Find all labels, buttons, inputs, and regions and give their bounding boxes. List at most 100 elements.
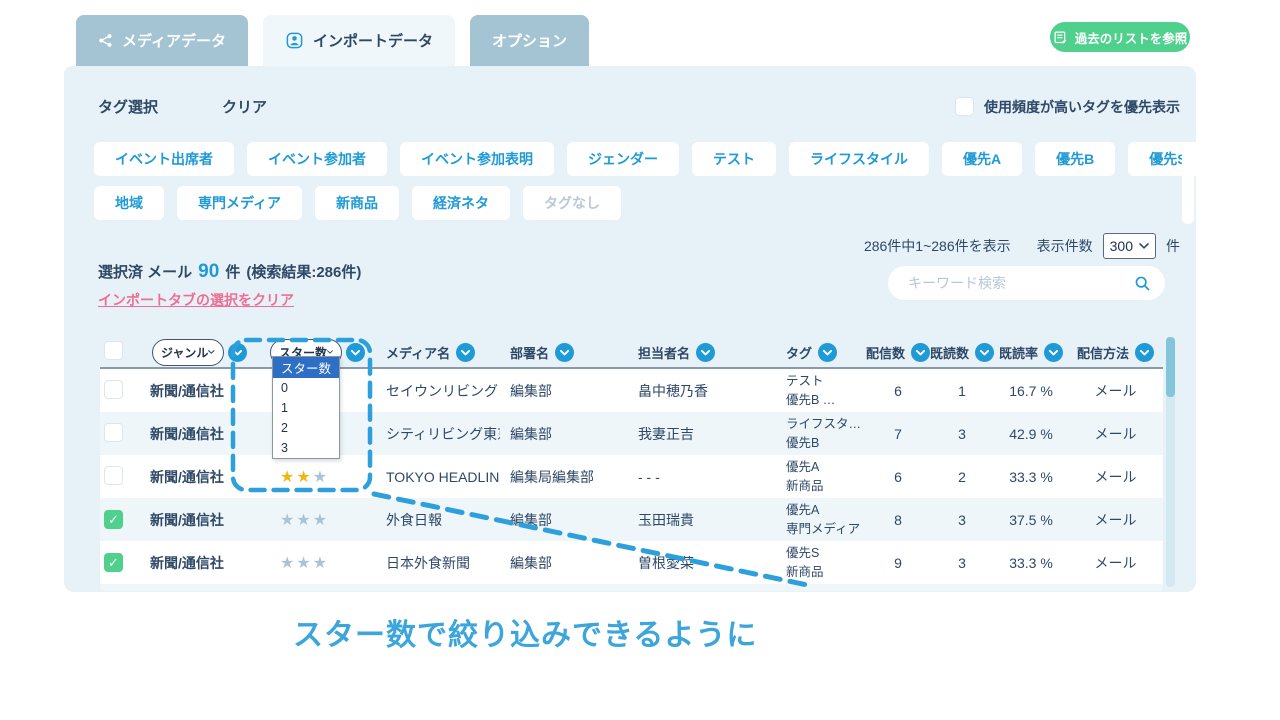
table-row[interactable]: 新聞/通信社 セイウンリビング… 編集部 畠中穂乃香 テスト優先B … 6 1 … <box>100 369 1163 412</box>
genre-filter-label: ジャンル <box>161 344 208 361</box>
tag-pill[interactable]: 経済ネタ <box>412 186 510 220</box>
star-icon: ★ <box>280 555 296 572</box>
person-cell: 玉田瑞貴 <box>628 510 776 530</box>
tag-pill[interactable]: イベント出席者 <box>94 142 234 176</box>
person-cell: 曽根愛菜 <box>628 553 776 573</box>
table-row[interactable]: 新聞/通信社 ★★★ 外食日報 編集部 玉田瑞貴 優先A専門メディア 8 3 3… <box>100 498 1163 541</box>
keyword-search-input[interactable] <box>908 275 1134 291</box>
table-header-row: ジャンル スター数 メディア名 <box>100 337 1163 367</box>
read-rate-cell: 33.3 % <box>994 469 1068 485</box>
row-checkbox[interactable] <box>104 510 123 529</box>
read-rate-cell: 37.5 % <box>994 512 1068 528</box>
star-option[interactable]: 2 <box>273 418 339 438</box>
keyword-search <box>888 266 1165 300</box>
main-panel: タグ選択 クリア 使用頻度が高いタグを優先表示 イベント出席者イベント参加者イベ… <box>64 66 1196 592</box>
method-cell: メール <box>1068 510 1163 530</box>
genre-cell: 新聞/通信社 <box>140 553 252 573</box>
star-option[interactable]: 0 <box>273 378 339 398</box>
person-cell: 我妻正吉 <box>628 424 776 444</box>
method-sort-icon[interactable] <box>1135 343 1154 362</box>
person-card-icon <box>285 31 304 50</box>
tab-bar: メディアデータ インポートデータ オプション <box>76 15 589 66</box>
per-page-value: 300 <box>1110 238 1133 254</box>
past-list-button[interactable]: 過去のリストを参照 <box>1050 22 1190 52</box>
chevron-down-icon <box>208 349 215 355</box>
priority-tags-checkbox[interactable] <box>955 97 974 116</box>
tag-pill[interactable]: イベント参加者 <box>247 142 387 176</box>
per-page-select[interactable]: 300 <box>1103 233 1156 259</box>
genre-filter-select[interactable]: ジャンル <box>152 339 224 366</box>
method-cell: メール <box>1068 381 1163 401</box>
read-count-cell: 3 <box>930 555 994 571</box>
tag-pill[interactable]: 優先A <box>942 142 1022 176</box>
tag-pill[interactable]: 新商品 <box>315 186 399 220</box>
star-rating: ★★★ <box>252 510 376 530</box>
star-sort-icon[interactable] <box>346 343 365 362</box>
star-icon: ★ <box>280 469 296 486</box>
star-option[interactable]: 1 <box>273 398 339 418</box>
tag-row-2: 地域専門メディア新商品経済ネタタグなし <box>94 186 1184 220</box>
selection-count: 90 <box>198 261 219 283</box>
search-icon[interactable] <box>1134 275 1151 292</box>
tag-pill[interactable]: イベント参加表明 <box>400 142 554 176</box>
table-row[interactable]: 新聞/通信社 シティリビング東京 編集部 我妻正吉 ライフスタ…優先B 7 3 … <box>100 412 1163 455</box>
table-row[interactable]: 新聞/通信社 ★★★ 日本外食新聞 編集部 曽根愛菜 優先S新商品 9 3 33… <box>100 541 1163 584</box>
tab-media-data[interactable]: メディアデータ <box>76 15 248 66</box>
person-sort-icon[interactable] <box>696 343 715 362</box>
person-cell: - - - <box>628 469 776 485</box>
clear-import-selection-link[interactable]: インポートタブの選択をクリア <box>98 290 294 310</box>
tags-sort-icon[interactable] <box>818 343 837 362</box>
tag-pill[interactable]: 地域 <box>94 186 164 220</box>
tags-cell: ライフスタ…優先B <box>776 415 866 451</box>
department-cell: 編集局編集部 <box>500 467 628 487</box>
tag-pill[interactable]: ライフスタイル <box>789 142 929 176</box>
per-page-label: 表示件数 <box>1037 236 1093 256</box>
department-cell: 編集部 <box>500 553 628 573</box>
row-checkbox[interactable] <box>104 466 123 485</box>
read-sort-icon[interactable] <box>975 343 994 362</box>
department-cell: 編集部 <box>500 510 628 530</box>
media-sort-icon[interactable] <box>456 343 475 362</box>
priority-tags-toggle[interactable]: 使用頻度が高いタグを優先表示 <box>955 97 1180 117</box>
row-checkbox[interactable] <box>104 423 123 442</box>
star-option[interactable]: スター数 <box>273 357 339 378</box>
star-icon: ★ <box>296 512 312 529</box>
star-icon: ★ <box>313 512 329 529</box>
table-scrollbar[interactable] <box>1166 337 1175 587</box>
tab-options[interactable]: オプション <box>470 15 589 66</box>
tag-list-scrollbar[interactable] <box>1182 144 1194 224</box>
star-icon: ★ <box>313 555 329 572</box>
header-person: 担当者名 <box>638 343 690 362</box>
rate-sort-icon[interactable] <box>1044 343 1063 362</box>
header-method: 配信方法 <box>1077 343 1129 362</box>
row-checkbox[interactable] <box>104 553 123 572</box>
tab-import-data[interactable]: インポートデータ <box>263 15 455 66</box>
sent-sort-icon[interactable] <box>911 343 930 362</box>
star-option[interactable]: 3 <box>273 438 339 458</box>
tag-pill[interactable]: テスト <box>692 142 776 176</box>
table-body: 新聞/通信社 セイウンリビング… 編集部 畠中穂乃香 テスト優先B … 6 1 … <box>100 369 1163 591</box>
table-scrollbar-thumb[interactable] <box>1166 337 1175 397</box>
selection-summary: 選択済 メール 90 件 (検索結果:286件) インポートタブの選択をクリア <box>98 261 361 310</box>
genre-sort-icon[interactable] <box>228 343 247 362</box>
method-cell: メール <box>1068 553 1163 573</box>
star-rating: ★★★ <box>252 467 376 487</box>
media-name-cell: 日本外食新聞 <box>376 553 500 573</box>
tag-pill[interactable]: 優先B <box>1035 142 1115 176</box>
selection-label: 選択済 メール <box>98 261 192 282</box>
tag-pill[interactable]: 優先S <box>1128 142 1207 176</box>
tag-pill[interactable]: 専門メディア <box>177 186 302 220</box>
table-row[interactable]: 新聞/通信社 ★★★ TOKYO HEADLINE 編集局編集部 - - - 優… <box>100 455 1163 498</box>
select-all-checkbox[interactable] <box>104 341 123 360</box>
tag-pill[interactable]: ジェンダー <box>567 142 679 176</box>
row-checkbox[interactable] <box>104 380 123 399</box>
read-rate-cell: 16.7 % <box>994 383 1068 399</box>
tag-row-1: イベント出席者イベント参加者イベント参加表明ジェンダーテストライフスタイル優先A… <box>94 142 1184 176</box>
media-name-cell: シティリビング東京 <box>376 424 500 444</box>
app-window: メディアデータ インポートデータ オプション 過去のリストを参照 タグ選択 クリ… <box>0 0 1280 720</box>
department-sort-icon[interactable] <box>555 343 574 362</box>
tab-label: インポートデータ <box>313 30 433 51</box>
tag-clear-button[interactable]: クリア <box>222 96 267 117</box>
star-rating: ★★★ <box>252 553 376 573</box>
read-count-cell: 2 <box>930 469 994 485</box>
